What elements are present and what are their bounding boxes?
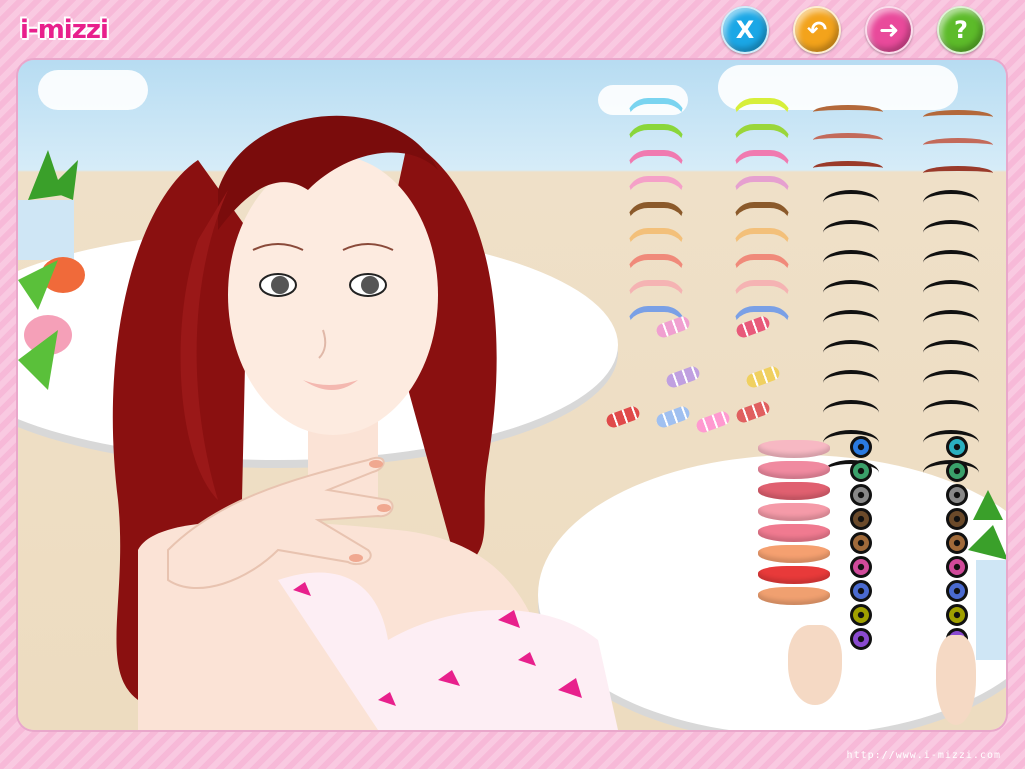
- eyeshadow-swatch[interactable]: [626, 254, 686, 276]
- eye-color-swatch[interactable]: [850, 532, 872, 554]
- eyelash-swatch[interactable]: [923, 310, 979, 336]
- next-button[interactable]: ➜: [865, 6, 913, 54]
- eyebrow-palette-right: [923, 110, 993, 180]
- eyelash-swatch[interactable]: [923, 280, 979, 306]
- eyeshadow-swatch[interactable]: [732, 124, 792, 146]
- potted-plant-right: [968, 490, 1006, 660]
- eyeshadow-swatch[interactable]: [732, 280, 792, 302]
- eye-color-swatch[interactable]: [850, 508, 872, 530]
- nail-polish-swatch[interactable]: [734, 399, 772, 425]
- close-button[interactable]: X: [721, 6, 769, 54]
- nail-polish-swatch[interactable]: [694, 409, 732, 435]
- eyebrow-swatch[interactable]: [923, 110, 993, 124]
- eyeshadow-swatch[interactable]: [626, 98, 686, 120]
- eyeshadow-swatch[interactable]: [732, 254, 792, 276]
- eyelash-swatch[interactable]: [823, 370, 879, 396]
- eyebrow-swatch[interactable]: [923, 138, 993, 152]
- help-button[interactable]: ?: [937, 6, 985, 54]
- eye-color-swatch[interactable]: [946, 508, 968, 530]
- toolbar: X ↶ ➜?: [721, 6, 985, 54]
- eyebrow-swatch[interactable]: [813, 105, 883, 119]
- next-icon: ➜: [878, 16, 900, 44]
- lipstick-swatch[interactable]: [758, 503, 830, 521]
- lipstick-swatch[interactable]: [758, 587, 830, 605]
- skin-tone-swatch-left[interactable]: [788, 625, 842, 705]
- eyelash-swatch[interactable]: [923, 190, 979, 216]
- eyeshadow-swatch[interactable]: [732, 228, 792, 250]
- eyelash-swatch[interactable]: [923, 220, 979, 246]
- eyeshadow-swatch[interactable]: [626, 124, 686, 146]
- eye-color-swatch[interactable]: [946, 556, 968, 578]
- eyebrow-swatch[interactable]: [923, 166, 993, 180]
- eyeshadow-swatch[interactable]: [626, 150, 686, 172]
- eyelash-swatch[interactable]: [823, 400, 879, 426]
- eye-color-swatch[interactable]: [850, 460, 872, 482]
- eyeshadow-palette-right: [732, 98, 792, 328]
- eyeshadow-swatch[interactable]: [626, 228, 686, 250]
- lipstick-swatch[interactable]: [758, 482, 830, 500]
- eyelash-swatch[interactable]: [823, 190, 879, 216]
- footer-url: http://www.i-mizzi.com: [846, 750, 1001, 761]
- nail-polish-swatch[interactable]: [654, 314, 692, 340]
- eye-color-swatch[interactable]: [946, 532, 968, 554]
- lipstick-palette: [758, 440, 830, 605]
- eyebrow-palette-left: [813, 105, 883, 175]
- eyelash-swatch[interactable]: [823, 280, 879, 306]
- eye-color-swatch[interactable]: [946, 604, 968, 626]
- eyebrow-swatch[interactable]: [813, 133, 883, 147]
- nail-polish-palette: [596, 300, 786, 450]
- eyeshadow-swatch[interactable]: [626, 280, 686, 302]
- i-mizzi-logo: i-mizzi: [20, 10, 109, 50]
- model-character: [112, 115, 618, 730]
- eyelash-swatch[interactable]: [923, 370, 979, 396]
- eyeshadow-palette-left: [626, 98, 686, 328]
- eye-color-swatch[interactable]: [850, 484, 872, 506]
- eye-color-palette-left: [850, 436, 872, 650]
- eye-color-swatch[interactable]: [850, 436, 872, 458]
- undo-button[interactable]: ↶: [793, 6, 841, 54]
- eyeshadow-swatch[interactable]: [626, 176, 686, 198]
- eye-color-palette-right: [946, 436, 968, 650]
- help-icon: ?: [954, 16, 968, 44]
- eye-color-swatch[interactable]: [946, 460, 968, 482]
- lipstick-swatch[interactable]: [758, 545, 830, 563]
- eye-color-swatch[interactable]: [946, 436, 968, 458]
- logo-text: i-mizzi: [20, 15, 109, 45]
- eyebrow-swatch[interactable]: [813, 161, 883, 175]
- eyeshadow-swatch[interactable]: [732, 150, 792, 172]
- lipstick-swatch[interactable]: [758, 524, 830, 542]
- nail-polish-swatch[interactable]: [744, 364, 782, 390]
- nail-polish-swatch[interactable]: [604, 404, 642, 430]
- lipstick-swatch[interactable]: [758, 461, 830, 479]
- eye-color-swatch[interactable]: [850, 580, 872, 602]
- eye-color-swatch[interactable]: [850, 604, 872, 626]
- eyelash-swatch[interactable]: [923, 340, 979, 366]
- nail-polish-swatch[interactable]: [654, 404, 692, 430]
- nail-polish-swatch[interactable]: [734, 314, 772, 340]
- close-icon: X: [735, 16, 755, 44]
- eye-color-swatch[interactable]: [946, 580, 968, 602]
- dressup-stage: [18, 60, 1006, 730]
- lipstick-swatch[interactable]: [758, 566, 830, 584]
- eyelash-swatch[interactable]: [823, 340, 879, 366]
- eye-color-swatch[interactable]: [946, 484, 968, 506]
- eyeshadow-swatch[interactable]: [626, 202, 686, 224]
- skin-tone-swatch-right[interactable]: [936, 635, 976, 725]
- eyeshadow-swatch[interactable]: [732, 202, 792, 224]
- eyelash-swatch[interactable]: [823, 220, 879, 246]
- eyelash-swatch[interactable]: [823, 250, 879, 276]
- nail-polish-swatch[interactable]: [664, 364, 702, 390]
- eyelash-swatch[interactable]: [823, 310, 879, 336]
- eye-color-swatch[interactable]: [850, 556, 872, 578]
- eyeshadow-swatch[interactable]: [732, 176, 792, 198]
- undo-icon: ↶: [806, 16, 828, 44]
- eye-color-swatch[interactable]: [850, 628, 872, 650]
- eyeshadow-swatch[interactable]: [732, 98, 792, 120]
- eyelash-swatch[interactable]: [923, 400, 979, 426]
- eyelash-swatch[interactable]: [923, 250, 979, 276]
